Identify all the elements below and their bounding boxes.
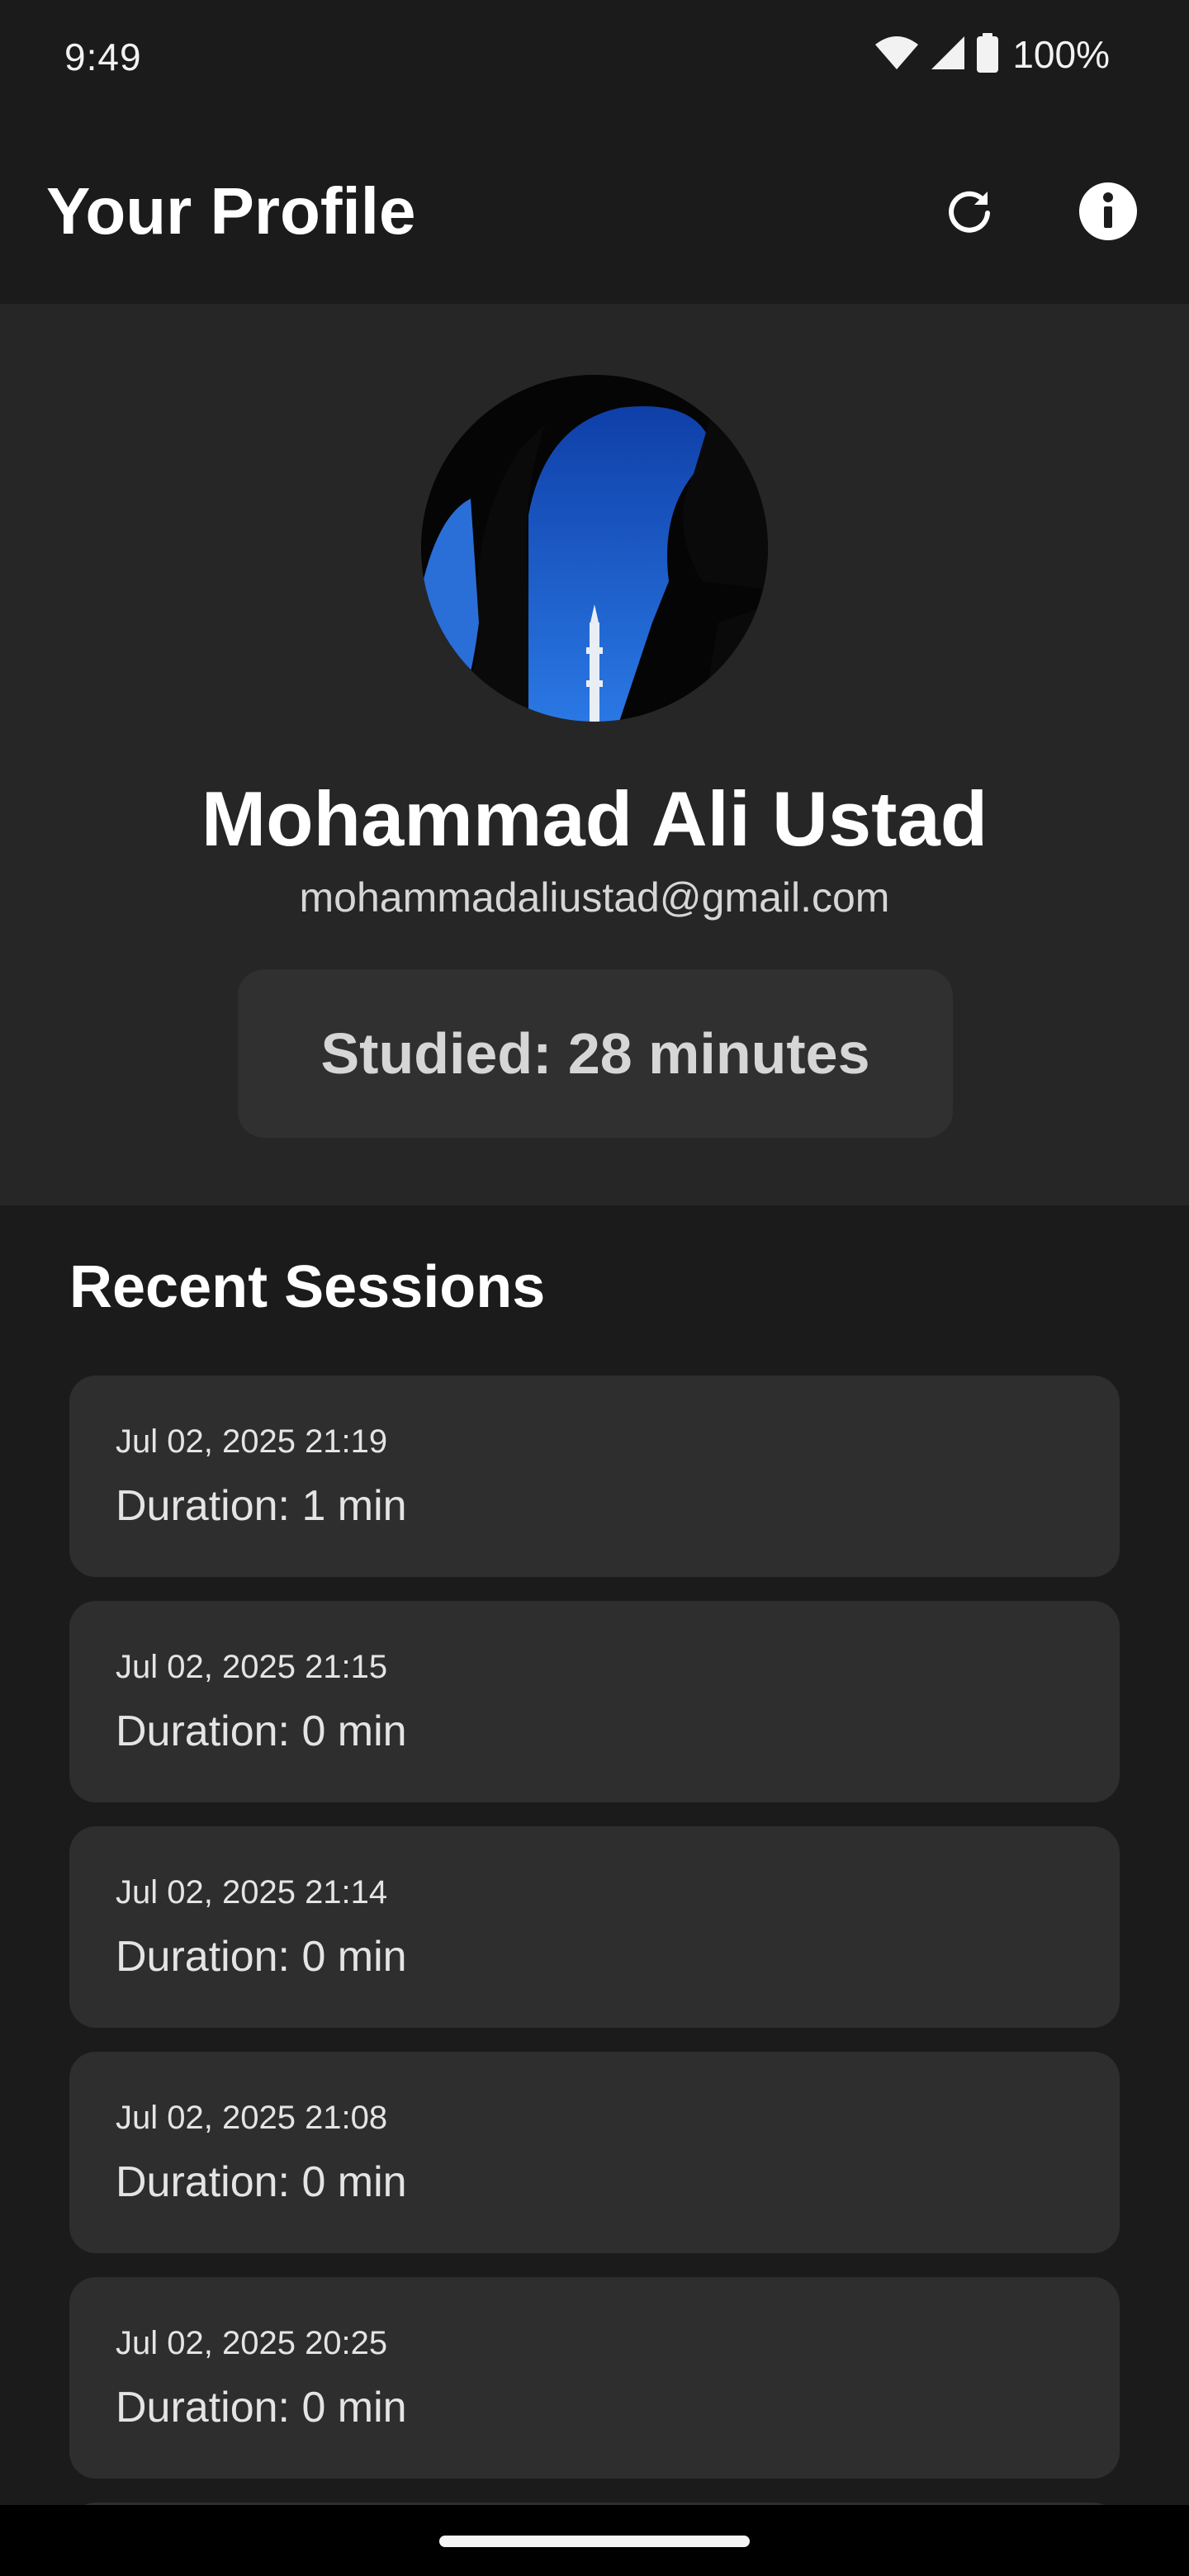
session-date: Jul 02, 2025 21:19 [116,1423,388,1460]
recent-sessions-title: Recent Sessions [69,1254,546,1320]
session-card[interactable]: Jul 02, 2025 20:25 Duration: 0 min [69,2277,1120,2479]
session-duration: Duration: 0 min [116,2158,407,2206]
page-title: Your Profile [46,174,416,248]
signal-icon [930,35,966,75]
session-duration: Duration: 1 min [116,1482,407,1530]
refresh-icon [943,185,996,242]
status-icons: 100% [874,32,1110,77]
profile-email: mohammadaliustad@gmail.com [299,874,890,921]
studied-summary-text: Studied: 28 minutes [320,1021,870,1086]
session-duration: Duration: 0 min [116,1707,407,1755]
session-card[interactable]: Jul 02, 2025 21:15 Duration: 0 min [69,1601,1120,1802]
session-card[interactable]: Jul 02, 2025 21:14 Duration: 0 min [69,1826,1120,2028]
status-time: 9:49 [64,36,142,78]
battery-icon [976,32,999,77]
battery-percent: 100% [1012,33,1110,76]
info-icon [1078,182,1138,245]
profile-name: Mohammad Ali Ustad [201,775,988,862]
session-card[interactable]: Jul 02, 2025 21:08 Duration: 0 min [69,2052,1120,2253]
session-date: Jul 02, 2025 20:25 [116,2325,388,2361]
session-card[interactable]: Jul 02, 2025 21:19 Duration: 1 min [69,1376,1120,1577]
app-bar: Your Profile [0,116,1189,304]
refresh-button[interactable] [930,173,1009,253]
info-button[interactable] [1068,173,1148,253]
navigation-bar [0,2505,1189,2576]
status-bar: 9:49 100% [0,0,1189,116]
avatar [421,375,768,722]
session-date: Jul 02, 2025 21:14 [116,1874,388,1911]
home-gesture-handle[interactable] [439,2536,750,2547]
session-list: Jul 02, 2025 21:19 Duration: 1 min Jul 0… [69,1376,1120,2552]
session-date: Jul 02, 2025 21:15 [116,1649,388,1685]
studied-summary-card: Studied: 28 minutes [238,969,953,1138]
session-duration: Duration: 0 min [116,2384,407,2432]
wifi-icon [874,35,920,75]
profile-section: Mohammad Ali Ustad mohammadaliustad@gmai… [0,304,1189,1205]
session-date: Jul 02, 2025 21:08 [116,2100,388,2136]
session-duration: Duration: 0 min [116,1933,407,1981]
